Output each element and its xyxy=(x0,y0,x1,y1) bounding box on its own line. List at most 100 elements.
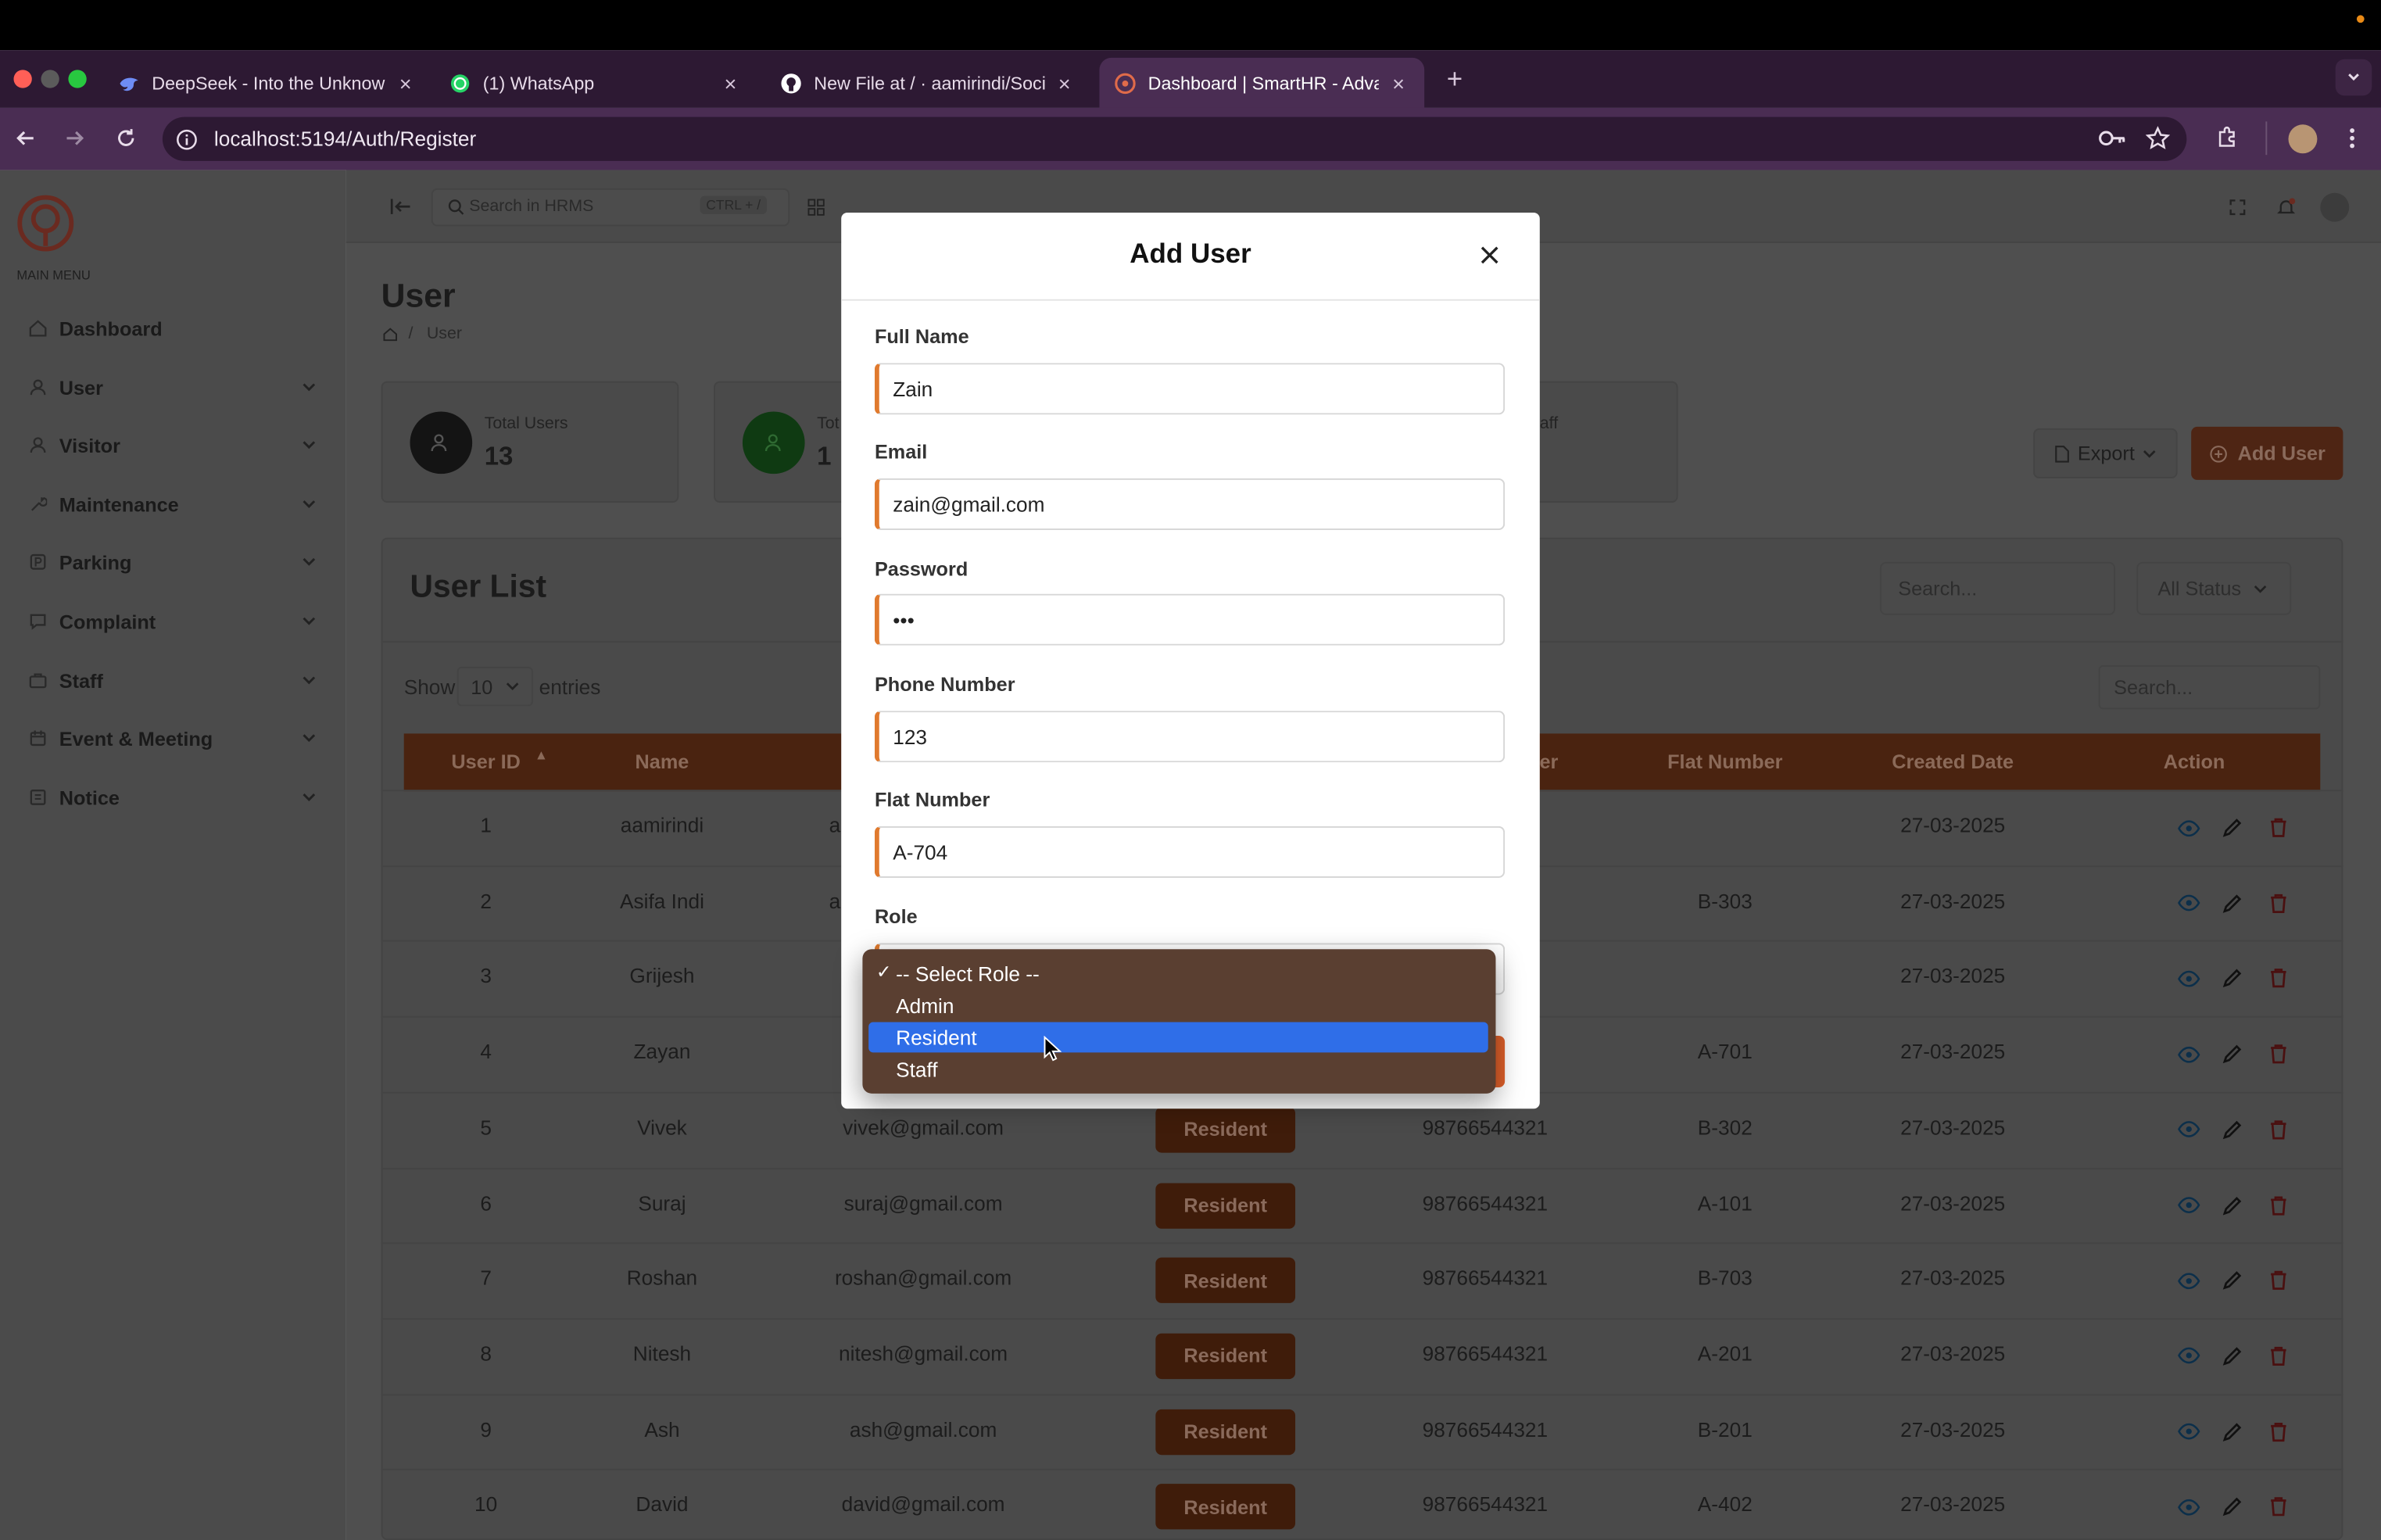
sidebar-item-maintenance[interactable]: Maintenance xyxy=(27,488,316,521)
view-icon[interactable] xyxy=(2176,1344,2200,1368)
edit-icon[interactable] xyxy=(2220,1495,2244,1519)
user-search-input[interactable]: Search... xyxy=(1879,561,2116,615)
edit-icon[interactable] xyxy=(2220,815,2244,840)
phone-cell: 98766544321 xyxy=(1422,1342,1549,1366)
tab-close-icon[interactable]: × xyxy=(720,72,741,93)
edit-icon[interactable] xyxy=(2220,1042,2244,1066)
table-search-input[interactable]: Search... xyxy=(2098,664,2321,710)
tab-close-icon[interactable]: × xyxy=(1388,72,1409,93)
sidebar-item-label: Maintenance xyxy=(59,492,179,516)
back-icon[interactable] xyxy=(13,124,40,152)
window-zoom-button[interactable] xyxy=(68,70,87,88)
flat-number-field[interactable]: A-704 xyxy=(874,826,1506,878)
window-close-button[interactable] xyxy=(13,70,32,88)
delete-icon[interactable] xyxy=(2265,1042,2290,1066)
flat-cell: B-303 xyxy=(1697,889,1753,913)
edit-icon[interactable] xyxy=(2220,1193,2244,1217)
delete-icon[interactable] xyxy=(2265,1118,2290,1142)
reload-icon[interactable] xyxy=(113,124,140,152)
password-key-icon[interactable] xyxy=(2099,126,2126,150)
sidebar-item-staff[interactable]: Staff xyxy=(27,664,316,697)
role-label: Role xyxy=(874,904,918,929)
view-icon[interactable] xyxy=(2176,1042,2200,1066)
edit-icon[interactable] xyxy=(2220,891,2244,915)
delete-icon[interactable] xyxy=(2265,1420,2290,1444)
new-tab-button[interactable]: + xyxy=(1440,64,1470,95)
browser-tab-github[interactable]: New File at / · aamirindi/Socie × xyxy=(765,58,1090,108)
sidebar-item-user[interactable]: User xyxy=(27,371,316,404)
entries-select[interactable]: 10 xyxy=(457,666,533,707)
browser-tab-smarthr[interactable]: Dashboard | SmartHR - Advan × xyxy=(1099,57,1425,108)
forward-icon[interactable] xyxy=(61,124,88,152)
edit-icon[interactable] xyxy=(2220,966,2244,990)
edit-icon[interactable] xyxy=(2220,1269,2244,1293)
column-header-name[interactable]: Name xyxy=(586,750,738,773)
delete-icon[interactable] xyxy=(2265,1193,2290,1217)
sidebar-item-notice[interactable]: Notice xyxy=(27,781,316,815)
collapse-sidebar-icon[interactable] xyxy=(388,195,413,219)
fullscreen-icon[interactable] xyxy=(2228,198,2246,216)
window-minimize-button[interactable] xyxy=(41,70,59,88)
browser-tab-deepseek[interactable]: DeepSeek - Into the Unknown × xyxy=(103,58,431,108)
bookmark-star-icon[interactable] xyxy=(2145,126,2170,150)
delete-icon[interactable] xyxy=(2265,891,2290,915)
sidebar-item-dashboard[interactable]: Dashboard xyxy=(27,311,316,345)
full-name-field[interactable]: Zain xyxy=(874,363,1506,415)
sidebar-item-visitor[interactable]: Visitor xyxy=(27,428,316,462)
add-user-button[interactable]: Add User xyxy=(2191,426,2343,480)
delete-icon[interactable] xyxy=(2265,815,2290,840)
status-filter-select[interactable]: All Status xyxy=(2136,561,2292,615)
role-option-select[interactable]: -- Select Role -- xyxy=(868,958,1488,989)
email-field[interactable]: zain@gmail.com xyxy=(874,478,1506,531)
password-field[interactable]: ••• xyxy=(874,593,1506,646)
password-label: Password xyxy=(874,557,969,581)
view-icon[interactable] xyxy=(2176,1495,2200,1519)
browser-tab-whatsapp[interactable]: (1) WhatsApp × xyxy=(435,58,757,108)
delete-icon[interactable] xyxy=(2265,1344,2290,1368)
app-logo[interactable] xyxy=(15,193,76,254)
sidebar-item-complaint[interactable]: Complaint xyxy=(27,604,316,638)
role-option-staff[interactable]: Staff xyxy=(868,1054,1488,1084)
edit-icon[interactable] xyxy=(2220,1118,2244,1142)
view-icon[interactable] xyxy=(2176,891,2200,915)
edit-icon[interactable] xyxy=(2220,1344,2244,1368)
tab-search-button[interactable] xyxy=(2335,59,2372,96)
column-header-created-date[interactable]: Created Date xyxy=(1877,750,2028,773)
view-icon[interactable] xyxy=(2176,1420,2200,1444)
column-header-flat-number[interactable]: Flat Number xyxy=(1649,750,1801,773)
view-icon[interactable] xyxy=(2176,1193,2200,1217)
close-icon[interactable] xyxy=(1476,242,1503,269)
notification-bell-icon[interactable] xyxy=(2275,196,2296,217)
table-row xyxy=(381,1167,2343,1169)
extensions-icon[interactable] xyxy=(2215,126,2240,150)
delete-icon[interactable] xyxy=(2265,1269,2290,1293)
table-row xyxy=(381,1318,2343,1320)
tab-close-icon[interactable]: × xyxy=(395,72,416,93)
phone-field[interactable]: 123 xyxy=(874,711,1506,763)
user-avatar[interactable] xyxy=(2320,192,2350,222)
sidebar-item-parking[interactable]: Parking xyxy=(27,545,316,578)
tab-close-icon[interactable]: × xyxy=(1054,72,1075,93)
view-icon[interactable] xyxy=(2176,1118,2200,1142)
export-button[interactable]: Export xyxy=(2033,428,2178,478)
password-value: ••• xyxy=(893,608,915,632)
edit-icon[interactable] xyxy=(2220,1420,2244,1444)
created-date-cell: 27-03-2025 xyxy=(1900,1266,2006,1290)
profile-avatar[interactable] xyxy=(2288,124,2318,154)
role-option-resident[interactable]: Resident xyxy=(868,1022,1488,1053)
email-value: zain@gmail.com xyxy=(893,492,1045,516)
delete-icon[interactable] xyxy=(2265,1495,2290,1519)
role-option-admin[interactable]: Admin xyxy=(868,990,1488,1021)
view-icon[interactable] xyxy=(2176,815,2200,840)
view-icon[interactable] xyxy=(2176,1269,2200,1293)
show-label: Show xyxy=(403,675,456,699)
view-icon[interactable] xyxy=(2176,966,2200,990)
home-icon[interactable] xyxy=(381,325,398,342)
phone-value: 123 xyxy=(893,725,928,748)
site-info-icon[interactable] xyxy=(174,127,197,150)
sidebar-item-event-meeting[interactable]: Event & Meeting xyxy=(27,722,316,755)
browser-menu-icon[interactable] xyxy=(2343,124,2361,152)
delete-icon[interactable] xyxy=(2265,966,2290,990)
grid-icon[interactable] xyxy=(807,198,825,216)
column-header-user-id[interactable]: User ID xyxy=(425,750,546,773)
